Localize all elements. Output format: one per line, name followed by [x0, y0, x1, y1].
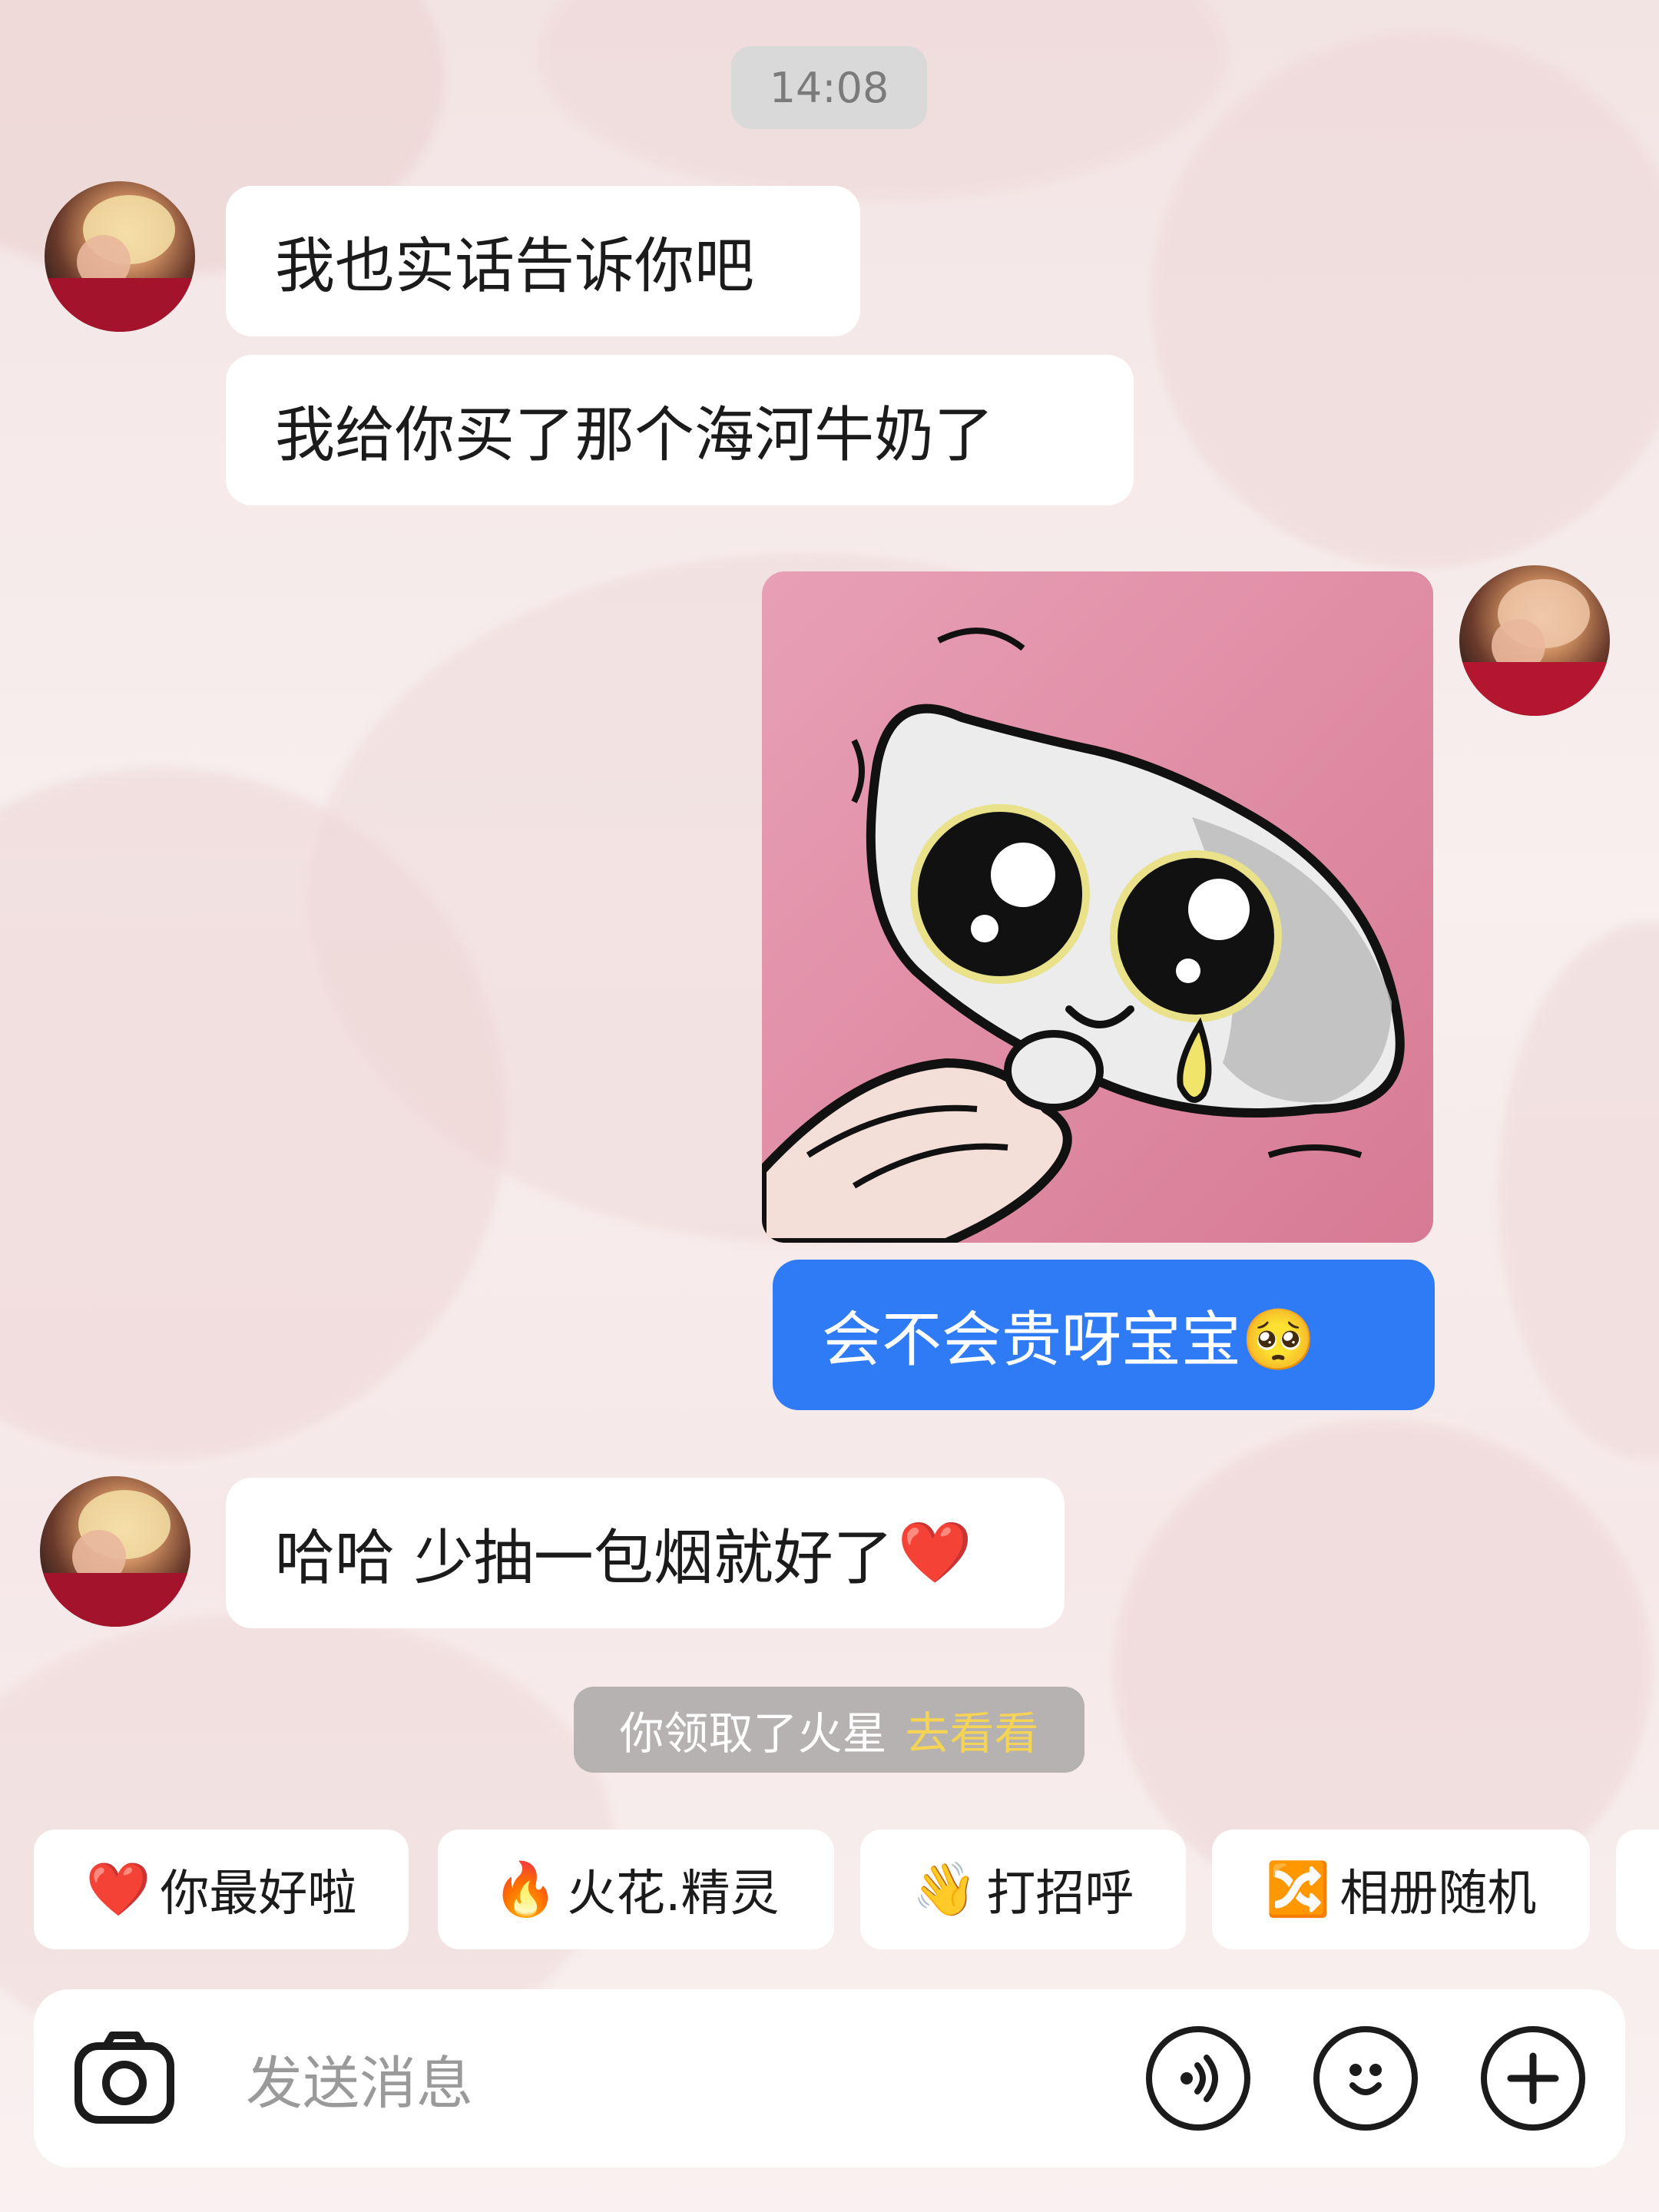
- message-input-placeholder: 发送消息: [246, 2050, 473, 2117]
- timestamp-pill: 14:08: [731, 46, 927, 129]
- chip-label: 打招呼: [986, 1866, 1134, 1922]
- crying-cat-sticker-illustration: [762, 571, 1433, 1243]
- received-message-bubble[interactable]: 我也实话告诉你吧: [226, 186, 860, 336]
- my-avatar[interactable]: [1459, 565, 1610, 716]
- received-message-bubble[interactable]: 哈哈 少抽一包烟就好了 ❤️: [226, 1478, 1065, 1628]
- voice-icon: [1181, 2055, 1218, 2102]
- shuffle-icon: 🔀: [1265, 1859, 1331, 1920]
- contact-avatar[interactable]: [45, 181, 195, 332]
- waving-hand-icon: 👋: [912, 1859, 978, 1920]
- chip-label: 火花.精灵: [567, 1866, 780, 1922]
- quick-reply-chip[interactable]: ❤️ 你最好啦: [34, 1830, 409, 1949]
- fire-icon: 🔥: [492, 1859, 558, 1920]
- message-text: 我给你买了那个海河牛奶了: [275, 401, 995, 470]
- camera-icon: [75, 2032, 174, 2124]
- sticker-image[interactable]: [762, 571, 1433, 1243]
- message-text: 我也实话告诉你吧: [275, 232, 755, 301]
- emoji-button[interactable]: [1313, 2026, 1418, 2131]
- heart-icon: ❤️: [85, 1859, 151, 1920]
- quick-reply-chip[interactable]: 🔀 相册随机: [1212, 1830, 1590, 1949]
- heart-emoji: ❤️: [897, 1518, 972, 1588]
- system-notice: 你领取了火星 去看看: [574, 1687, 1084, 1773]
- emoji-icon: [1349, 2064, 1382, 2095]
- message-input[interactable]: 发送消息: [246, 1989, 473, 2167]
- system-notice-text: 你领取了火星: [619, 1707, 887, 1760]
- quick-reply-chip-partial[interactable]: [1616, 1830, 1659, 1949]
- message-text: 哈哈 少抽一包烟就好了: [275, 1524, 893, 1593]
- chip-label: 你最好啦: [160, 1866, 357, 1922]
- plus-button[interactable]: [1481, 2026, 1585, 2131]
- message-text: 会不会贵呀宝宝🥺: [822, 1306, 1316, 1375]
- view-link[interactable]: 去看看: [906, 1697, 1039, 1762]
- camera-button[interactable]: [69, 2023, 180, 2134]
- quick-reply-chip[interactable]: 👋 打招呼: [860, 1830, 1186, 1949]
- quick-reply-chip[interactable]: 🔥 火花.精灵: [438, 1830, 834, 1949]
- plus-icon: [1507, 2052, 1559, 2104]
- timestamp-text: 14:08: [769, 63, 889, 112]
- received-message-bubble[interactable]: 我给你买了那个海河牛奶了: [226, 355, 1134, 505]
- sent-message-bubble[interactable]: 会不会贵呀宝宝🥺: [773, 1260, 1435, 1410]
- voice-button[interactable]: [1146, 2026, 1250, 2131]
- chip-label: 相册随机: [1339, 1866, 1537, 1922]
- contact-avatar[interactable]: [40, 1476, 190, 1627]
